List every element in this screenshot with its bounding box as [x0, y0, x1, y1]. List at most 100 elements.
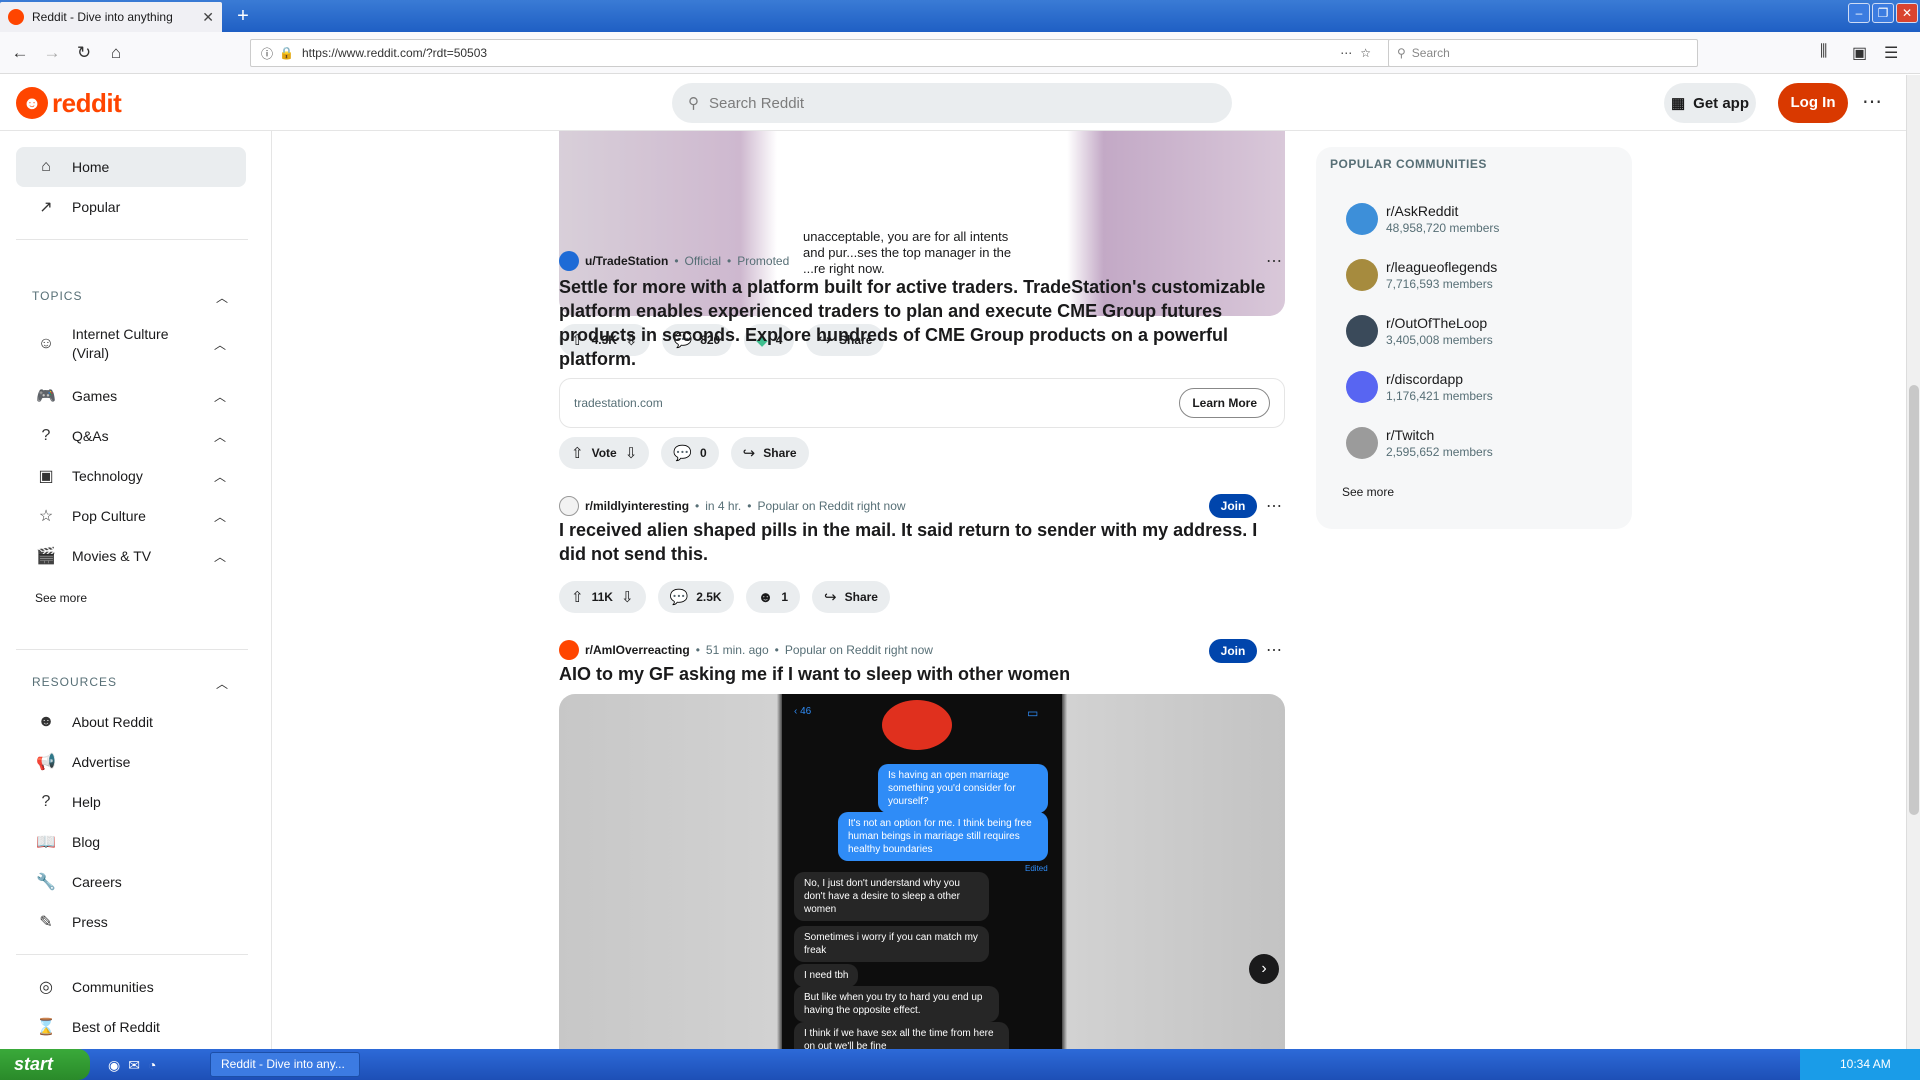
info-icon[interactable]: ⓘ	[261, 45, 273, 62]
close-window-button[interactable]: ✕	[1896, 3, 1918, 23]
quick-launch-icons[interactable]: ◉✉◔	[108, 1057, 164, 1074]
ad-title[interactable]: Settle for more with a platform built fo…	[559, 275, 1285, 371]
sidebar-item-internet-culture[interactable]: ☺ Internet Culture (Viral) ︿	[16, 321, 246, 367]
sidebar-item-movies-tv[interactable]: 🎬 Movies & TV ︿	[16, 536, 246, 576]
sidebar-item-best-of-reddit[interactable]: ⌛ Best of Reddit	[16, 1007, 246, 1047]
vote-control[interactable]: ⇧ 11K ⇩	[559, 581, 646, 613]
community-item[interactable]: r/Twitch 2,595,652 members	[1346, 427, 1493, 459]
sidebar-item-advertise[interactable]: 📢 Advertise	[16, 742, 246, 782]
sidebar-item-communities[interactable]: ◎ Communities	[16, 967, 246, 1007]
sidebar-item-technology[interactable]: ▣ Technology ︿	[16, 456, 246, 496]
post-image-gallery[interactable]: ‹ 46 ▭ Is having an open marriage someth…	[559, 694, 1285, 1049]
downvote-icon[interactable]: ⇩	[621, 588, 634, 606]
upvote-icon[interactable]: ⇧	[571, 444, 584, 462]
communities-icon: ◎	[39, 979, 53, 996]
home-icon[interactable]: ⌂	[106, 43, 126, 63]
url-bar[interactable]: ⓘ 🔒 https://www.reddit.com/?rdt=50503 ⋯☆	[250, 39, 1390, 67]
browser-search-input[interactable]: ⚲ Search	[1388, 39, 1698, 67]
learn-more-button[interactable]: Learn More	[1179, 388, 1270, 418]
next-image-button[interactable]: ›	[1249, 954, 1279, 984]
post-title[interactable]: AIO to my GF asking me if I want to slee…	[559, 662, 1285, 686]
library-icon[interactable]: ⫼	[1820, 43, 1827, 61]
sidebar-item-blog[interactable]: 📖 Blog	[16, 822, 246, 862]
sidebar-item-about-reddit[interactable]: ☻ About Reddit	[16, 702, 246, 742]
popular-communities-heading: POPULAR COMMUNITIES	[1330, 157, 1487, 171]
topics-see-more-button[interactable]: See more	[35, 591, 87, 605]
book-icon: 📖	[36, 834, 56, 851]
help-icon: ?	[41, 793, 51, 810]
back-arrow-icon[interactable]: ←	[10, 43, 30, 63]
vote-control[interactable]: ⇧ Vote ⇩	[559, 437, 650, 469]
post-more-options-icon[interactable]: ⋯	[1266, 496, 1282, 516]
comments-button[interactable]: 💬 0	[661, 437, 719, 469]
new-tab-button[interactable]: +	[232, 5, 254, 27]
sidebar-toggle-icon[interactable]: ▣	[1852, 43, 1867, 63]
share-button[interactable]: ↪ Share	[812, 581, 890, 613]
scrollbar-thumb[interactable]	[1909, 385, 1919, 815]
subreddit-avatar[interactable]	[559, 640, 579, 660]
popular-icon: ↗	[39, 199, 53, 216]
close-tab-icon[interactable]: ✕	[202, 9, 214, 26]
page-scrollbar[interactable]	[1906, 75, 1920, 1049]
divider	[16, 649, 248, 650]
ad-meta: u/TradeStation • Official • Promoted	[559, 251, 789, 271]
ad-more-options-icon[interactable]: ⋯	[1266, 251, 1282, 271]
chevron-up-icon: ︿	[213, 469, 226, 484]
chevron-up-icon[interactable]: ︿	[216, 675, 228, 692]
community-item[interactable]: r/leagueoflegends 7,716,593 members	[1346, 259, 1497, 291]
lock-icon: 🔒	[279, 46, 294, 60]
page-actions-icon[interactable]: ⋯☆	[1340, 46, 1379, 60]
sidebar-item-careers[interactable]: 🔧 Careers	[16, 862, 246, 902]
minimize-button[interactable]: –	[1848, 3, 1870, 23]
chevron-up-icon: ︿	[213, 337, 226, 352]
maximize-button[interactable]: ❐	[1872, 3, 1894, 23]
browser-titlebar: Reddit - Dive into anything ✕ + – ❐ ✕	[0, 0, 1920, 32]
share-icon: ↪	[742, 445, 756, 462]
forward-arrow-icon[interactable]: →	[42, 43, 62, 63]
join-button[interactable]: Join	[1209, 639, 1257, 663]
join-button[interactable]: Join	[1209, 494, 1257, 518]
reddit-search-input[interactable]: ⚲ Search Reddit	[672, 83, 1232, 123]
community-item[interactable]: r/AskReddit 48,958,720 members	[1346, 203, 1499, 235]
login-button[interactable]: Log In	[1778, 83, 1848, 123]
post-more-options-icon[interactable]: ⋯	[1266, 640, 1282, 660]
hourglass-icon: ⌛	[36, 1019, 56, 1036]
sidebar-item-help[interactable]: ? Help	[16, 782, 246, 822]
more-options-icon[interactable]: ⋯	[1862, 89, 1883, 114]
sidebar-item-pop-culture[interactable]: ☆ Pop Culture ︿	[16, 496, 246, 536]
chevron-up-icon[interactable]: ︿	[216, 289, 228, 306]
taskbar-window-button[interactable]: Reddit - Dive into any...	[210, 1052, 360, 1077]
reddit-favicon-icon	[8, 9, 24, 25]
share-button[interactable]: ↪ Share	[730, 437, 809, 469]
start-button[interactable]: start	[0, 1049, 90, 1080]
sidebar-item-popular[interactable]: ↗ Popular	[16, 187, 246, 227]
reload-icon[interactable]: ↻	[74, 43, 94, 63]
community-item[interactable]: r/OutOfTheLoop 3,405,008 members	[1346, 315, 1493, 347]
sidebar-item-games[interactable]: 🎮 Games ︿	[16, 376, 246, 416]
sidebar-item-home[interactable]: ⌂ Home	[16, 147, 246, 187]
upvote-icon[interactable]: ⇧	[571, 588, 584, 606]
reddit-logo[interactable]: ☻ reddit	[16, 87, 122, 119]
post-title[interactable]: I received alien shaped pills in the mai…	[559, 518, 1285, 566]
subreddit-avatar[interactable]	[559, 496, 579, 516]
award-button[interactable]: ☻ 1	[745, 581, 801, 613]
ad-actions: ⇧ Vote ⇩ 💬 0 ↪ Share	[559, 437, 809, 469]
topics-heading[interactable]: TOPICS	[32, 289, 82, 303]
outoftheloop-avatar	[1346, 315, 1378, 347]
url-text: https://www.reddit.com/?rdt=50503	[301, 46, 488, 60]
downvote-icon[interactable]: ⇩	[625, 444, 638, 462]
communities-see-more-button[interactable]: See more	[1342, 485, 1394, 499]
browser-tab[interactable]: Reddit - Dive into anything ✕	[0, 2, 222, 32]
sidebar-item-press[interactable]: ✎ Press	[16, 902, 246, 942]
comments-button[interactable]: 💬 2.5K	[657, 581, 734, 613]
tradestation-avatar[interactable]	[559, 251, 579, 271]
ad-link-box[interactable]: tradestation.com Learn More	[559, 378, 1285, 428]
back-chevron-icon: ‹ 46	[794, 706, 812, 717]
get-app-button[interactable]: ▦ Get app	[1664, 83, 1756, 123]
community-item[interactable]: r/discordapp 1,176,421 members	[1346, 371, 1493, 403]
video-call-icon: ▭	[1027, 706, 1039, 720]
system-tray-clock[interactable]: 10:34 AM	[1800, 1049, 1920, 1080]
sidebar-item-qas[interactable]: ? Q&As ︿	[16, 416, 246, 456]
menu-icon[interactable]: ☰	[1884, 43, 1898, 63]
resources-heading[interactable]: RESOURCES	[32, 675, 117, 689]
